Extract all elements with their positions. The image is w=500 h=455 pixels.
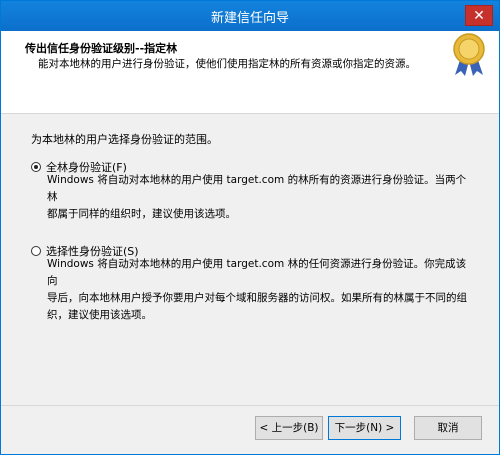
wizard-window: 新建信任向导 ✕ 传出信任身份验证级别--指定林 能对本地林的用户进行身份验证，… xyxy=(0,0,500,455)
description-line: 织，建议使用该选项。 xyxy=(47,309,152,321)
radio-selective[interactable] xyxy=(31,246,41,256)
title-bar[interactable]: 新建信任向导 ✕ xyxy=(1,1,499,31)
close-button[interactable]: ✕ xyxy=(465,5,493,26)
back-button[interactable]: < 上一步(B) xyxy=(255,416,323,440)
seal-inner xyxy=(458,38,480,60)
option-forest-wide-description: Windows 将自动对本地林的用户使用 target.com 的林所有的资源进… xyxy=(47,172,467,223)
description-line: Windows 将自动对本地林的用户使用 target.com 的林所有的资源进… xyxy=(47,174,467,203)
description-line: 导后，向本地林用户授予你要用户对每个域和服务器的访问权。如果所有的林属于不同的组 xyxy=(47,292,467,304)
option-selective-description: Windows 将自动对本地林的用户使用 target.com 林的任何资源进行… xyxy=(47,256,467,324)
next-button[interactable]: 下一步(N) > xyxy=(328,416,401,440)
description-line: 都属于同样的组织时，建议使用该选项。 xyxy=(47,208,236,220)
header-subtitle: 能对本地林的用户进行身份验证，使他们使用指定林的所有资源或你指定的资源。 xyxy=(38,58,416,70)
scope-prompt: 为本地林的用户选择身份验证的范围。 xyxy=(31,133,218,146)
description-line: Windows 将自动对本地林的用户使用 target.com 林的任何资源进行… xyxy=(47,258,467,287)
wizard-header: 传出信任身份验证级别--指定林 能对本地林的用户进行身份验证，使他们使用指定林的… xyxy=(1,31,499,114)
header-title: 传出信任身份验证级别--指定林 xyxy=(25,42,178,55)
radio-forest-wide[interactable] xyxy=(31,162,41,172)
window-title: 新建信任向导 xyxy=(210,11,289,26)
cancel-button[interactable]: 取消 xyxy=(414,416,482,440)
close-icon: ✕ xyxy=(473,8,485,24)
award-seal-icon xyxy=(453,33,485,76)
footer-divider xyxy=(1,405,499,406)
wizard-content: 为本地林的用户选择身份验证的范围。 全林身份验证(F) Windows 将自动对… xyxy=(1,114,499,404)
